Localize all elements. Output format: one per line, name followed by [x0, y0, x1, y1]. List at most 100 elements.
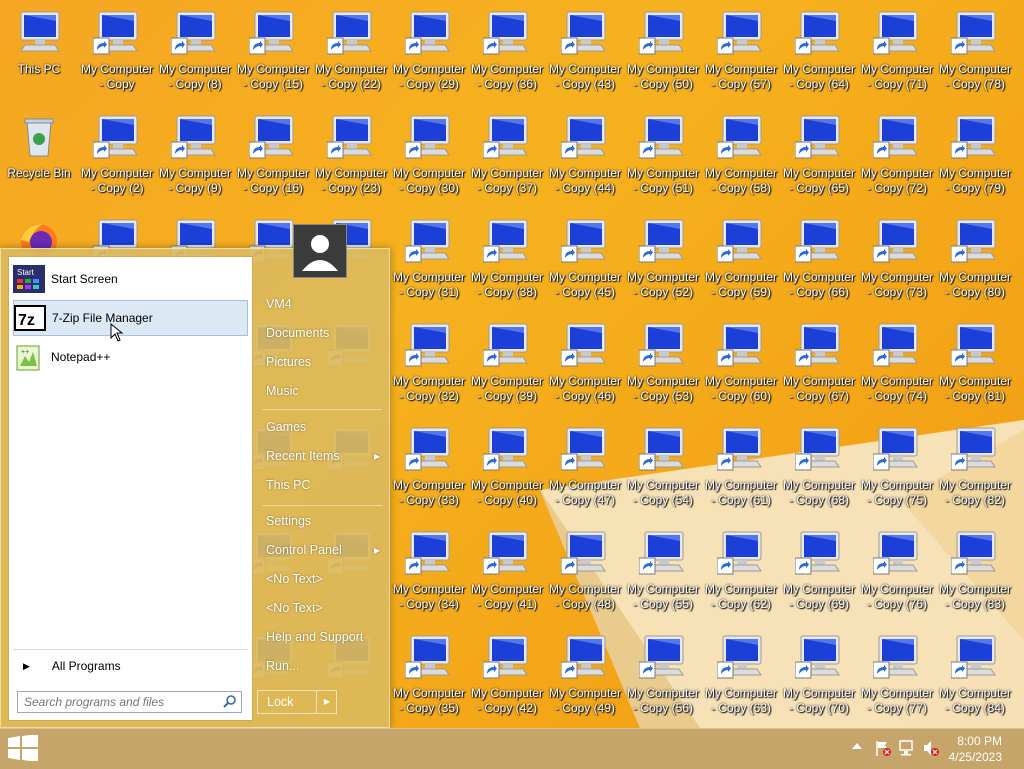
desktop-icon-my-computer-copy[interactable]: My Computer - Copy (8) — [156, 8, 234, 108]
show-hidden-icons-icon[interactable] — [850, 739, 868, 757]
desktop-icon-my-computer-copy[interactable]: My Computer - Copy (60) — [702, 320, 780, 420]
lock-label: Lock — [267, 695, 294, 709]
start-place-control-panel[interactable]: Control Panel ▶ — [266, 543, 384, 563]
desktop-icon-my-computer-copy[interactable]: My Computer - Copy (79) — [936, 112, 1014, 212]
desktop-icon-my-computer-copy[interactable]: My Computer - Copy (64) — [780, 8, 858, 108]
search-icon[interactable] — [223, 694, 237, 711]
lock-options-arrow-icon[interactable]: ▶ — [316, 691, 337, 713]
start-place-run[interactable]: Run... — [266, 659, 384, 679]
desktop-icon-my-computer-copy[interactable]: My Computer - Copy (42) — [468, 632, 546, 728]
desktop-icon-my-computer-copy[interactable]: My Computer - Copy (59) — [702, 216, 780, 316]
desktop-icon-my-computer-copy[interactable]: My Computer - Copy (2) — [78, 112, 156, 212]
desktop-icon-my-computer-copy[interactable]: My Computer - Copy (70) — [780, 632, 858, 728]
desktop-icon-label: My Computer — [314, 62, 388, 76]
desktop-icon-my-computer-copy[interactable]: My Computer - Copy (39) — [468, 320, 546, 420]
desktop-icon-my-computer-copy[interactable]: My Computer - Copy (30) — [390, 112, 468, 212]
desktop-icon-my-computer-copy[interactable]: My Computer - Copy — [78, 8, 156, 108]
desktop-icon-my-computer-copy[interactable]: My Computer - Copy (68) — [780, 424, 858, 524]
desktop-icon-my-computer-copy[interactable]: My Computer - Copy (72) — [858, 112, 936, 212]
desktop-icon-my-computer-copy[interactable]: My Computer - Copy (45) — [546, 216, 624, 316]
desktop-icon-my-computer-copy[interactable]: My Computer - Copy (47) — [546, 424, 624, 524]
volume-muted-icon[interactable] — [922, 739, 940, 757]
desktop-icon-my-computer-copy[interactable]: My Computer - Copy (71) — [858, 8, 936, 108]
start-place-pictures[interactable]: Pictures — [266, 355, 384, 375]
desktop-icon-my-computer-copy[interactable]: My Computer - Copy (16) — [234, 112, 312, 212]
all-programs-button[interactable]: ▶ All Programs — [13, 655, 248, 677]
desktop-icon-my-computer-copy[interactable]: My Computer - Copy (35) — [390, 632, 468, 728]
pinned-item-7zip[interactable]: 7z 7-Zip File Manager — [13, 300, 248, 342]
network-icon[interactable] — [898, 739, 916, 757]
start-place-documents[interactable]: Documents — [266, 326, 384, 346]
desktop-icon-label-line2: - Copy (70) — [788, 701, 850, 715]
desktop-icon-my-computer-copy[interactable]: My Computer - Copy (62) — [702, 528, 780, 628]
desktop-icon-my-computer-copy[interactable]: My Computer - Copy (57) — [702, 8, 780, 108]
desktop-icon-my-computer-copy[interactable]: My Computer - Copy (37) — [468, 112, 546, 212]
desktop-icon-my-computer-copy[interactable]: My Computer - Copy (51) — [624, 112, 702, 212]
desktop-icon-my-computer-copy[interactable]: My Computer - Copy (22) — [312, 8, 390, 108]
desktop-icon-my-computer-copy[interactable]: My Computer - Copy (31) — [390, 216, 468, 316]
desktop-icon-my-computer-copy[interactable]: My Computer - Copy (58) — [702, 112, 780, 212]
desktop-icon-recycle-bin[interactable]: Recycle Bin — [0, 112, 78, 212]
start-place-no-text[interactable]: <No Text> — [266, 572, 384, 592]
search-box[interactable] — [17, 691, 242, 713]
desktop-icon-my-computer-copy[interactable]: My Computer - Copy (69) — [780, 528, 858, 628]
desktop-icon-my-computer-copy[interactable]: My Computer - Copy (44) — [546, 112, 624, 212]
start-place-vm4[interactable]: VM4 — [266, 297, 384, 317]
start-button[interactable] — [8, 734, 40, 763]
desktop-icon-my-computer-copy[interactable]: My Computer - Copy (9) — [156, 112, 234, 212]
desktop-icon-my-computer-copy[interactable]: My Computer - Copy (81) — [936, 320, 1014, 420]
start-place-recent-items[interactable]: Recent Items ▶ — [266, 449, 384, 469]
desktop-icon-my-computer-copy[interactable]: My Computer - Copy (56) — [624, 632, 702, 728]
desktop-icon-my-computer-copy[interactable]: My Computer - Copy (40) — [468, 424, 546, 524]
start-place-music[interactable]: Music — [266, 384, 384, 404]
desktop-icon-my-computer-copy[interactable]: My Computer - Copy (33) — [390, 424, 468, 524]
desktop-icon-my-computer-copy[interactable]: My Computer - Copy (83) — [936, 528, 1014, 628]
desktop-icon-my-computer-copy[interactable]: My Computer - Copy (78) — [936, 8, 1014, 108]
pinned-item-notepadpp[interactable]: ++ Notepad++ — [13, 339, 248, 375]
desktop-icon-my-computer-copy[interactable]: My Computer - Copy (43) — [546, 8, 624, 108]
start-place-games[interactable]: Games — [266, 420, 384, 440]
desktop-icon-this-pc[interactable]: This PC — [0, 8, 78, 108]
desktop-icon-my-computer-copy[interactable]: My Computer - Copy (50) — [624, 8, 702, 108]
desktop-icon-my-computer-copy[interactable]: My Computer - Copy (84) — [936, 632, 1014, 728]
pinned-item-start-screen[interactable]: Start Start Screen — [13, 261, 248, 297]
desktop-icon-my-computer-copy[interactable]: My Computer - Copy (63) — [702, 632, 780, 728]
desktop-icon-my-computer-copy[interactable]: My Computer - Copy (55) — [624, 528, 702, 628]
desktop-icon-my-computer-copy[interactable]: My Computer - Copy (23) — [312, 112, 390, 212]
desktop-icon-my-computer-copy[interactable]: My Computer - Copy (15) — [234, 8, 312, 108]
desktop-icon-my-computer-copy[interactable]: My Computer - Copy (49) — [546, 632, 624, 728]
user-avatar[interactable] — [293, 224, 347, 278]
lock-button[interactable]: Lock ▶ — [257, 690, 337, 714]
desktop-icon-my-computer-copy[interactable]: My Computer - Copy (53) — [624, 320, 702, 420]
start-place-settings[interactable]: Settings — [266, 514, 384, 534]
desktop-icon-my-computer-copy[interactable]: My Computer - Copy (61) — [702, 424, 780, 524]
desktop-icon-my-computer-copy[interactable]: My Computer - Copy (75) — [858, 424, 936, 524]
desktop-icon-my-computer-copy[interactable]: My Computer - Copy (80) — [936, 216, 1014, 316]
desktop-icon-my-computer-copy[interactable]: My Computer - Copy (52) — [624, 216, 702, 316]
desktop-icon-my-computer-copy[interactable]: My Computer - Copy (82) — [936, 424, 1014, 524]
desktop-icon-my-computer-copy[interactable]: My Computer - Copy (46) — [546, 320, 624, 420]
desktop-icon-my-computer-copy[interactable]: My Computer - Copy (67) — [780, 320, 858, 420]
desktop-icon-my-computer-copy[interactable]: My Computer - Copy (48) — [546, 528, 624, 628]
start-place-help-and-support[interactable]: Help and Support — [266, 630, 384, 650]
desktop-icon-my-computer-copy[interactable]: My Computer - Copy (32) — [390, 320, 468, 420]
desktop-icon-my-computer-copy[interactable]: My Computer - Copy (65) — [780, 112, 858, 212]
action-center-flag-icon[interactable] — [874, 739, 892, 757]
desktop-icon-my-computer-copy[interactable]: My Computer - Copy (66) — [780, 216, 858, 316]
desktop-icon-my-computer-copy[interactable]: My Computer - Copy (74) — [858, 320, 936, 420]
desktop-icon-my-computer-copy[interactable]: My Computer - Copy (76) — [858, 528, 936, 628]
desktop-icon-my-computer-copy[interactable]: My Computer - Copy (73) — [858, 216, 936, 316]
desktop-icon-my-computer-copy[interactable]: My Computer - Copy (54) — [624, 424, 702, 524]
start-place-no-text[interactable]: <No Text> — [266, 601, 384, 621]
desktop-icon-my-computer-copy[interactable]: My Computer - Copy (34) — [390, 528, 468, 628]
desktop-icon-my-computer-copy[interactable]: My Computer - Copy (29) — [390, 8, 468, 108]
desktop-icon-my-computer-copy[interactable]: My Computer - Copy (36) — [468, 8, 546, 108]
desktop-icon-my-computer-copy[interactable]: My Computer - Copy (41) — [468, 528, 546, 628]
desktop-icon-label-line2: - Copy (30) — [398, 181, 460, 195]
start-place-this-pc[interactable]: This PC — [266, 478, 384, 498]
computer-shortcut-icon — [872, 320, 921, 368]
desktop-icon-my-computer-copy[interactable]: My Computer - Copy (38) — [468, 216, 546, 316]
desktop-icon-my-computer-copy[interactable]: My Computer - Copy (77) — [858, 632, 936, 728]
system-clock[interactable]: 8:00 PM 4/25/2023 — [942, 733, 1002, 765]
search-input[interactable] — [22, 694, 221, 710]
